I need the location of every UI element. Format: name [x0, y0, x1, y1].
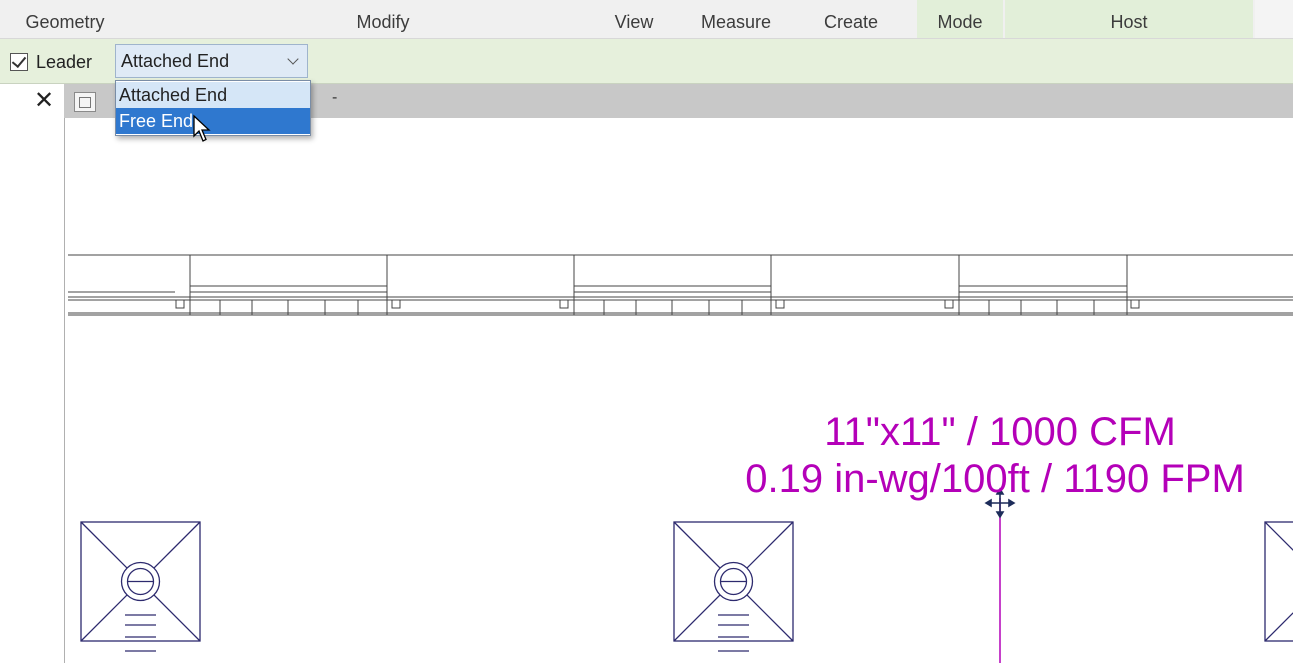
air-terminals: [80, 521, 1293, 652]
air-terminal: [673, 521, 794, 652]
drawing-canvas[interactable]: [65, 118, 1293, 663]
close-icon[interactable]: ✕: [34, 88, 54, 114]
ribbon-panel-mode[interactable]: Mode: [917, 0, 1003, 38]
ribbon-panel-modify[interactable]: Modify: [320, 0, 446, 38]
project-browser-edge: [0, 118, 65, 663]
ribbon-right-cap: [1255, 0, 1293, 38]
ribbon-panel-geometry[interactable]: Geometry: [0, 0, 130, 38]
leader-label: Leader: [36, 52, 93, 72]
air-terminal-partial: [1264, 521, 1293, 642]
leader-checkbox[interactable]: [10, 53, 28, 71]
options-bar: Leader Attached End: [0, 39, 1293, 84]
leader-end-select[interactable]: Attached End: [115, 44, 308, 78]
leader-end-value: Attached End: [121, 51, 230, 71]
duct-tag-line2[interactable]: 0.19 in-wg/100ft / 1190 FPM: [700, 457, 1290, 502]
ribbon-panel-measure[interactable]: Measure: [686, 0, 786, 38]
air-terminal: [80, 521, 201, 652]
duct-tag-line1[interactable]: 11"x11" / 1000 CFM: [700, 410, 1293, 455]
chevron-down-icon: [287, 53, 299, 65]
dropdown-option-attached-end[interactable]: Attached End: [116, 82, 310, 108]
ribbon-panel-host[interactable]: Host: [1005, 0, 1253, 38]
mouse-cursor-icon: [193, 114, 211, 142]
ribbon-panel-view[interactable]: View: [598, 0, 670, 38]
ribbon-panel-create[interactable]: Create: [800, 0, 902, 38]
view-icon[interactable]: [74, 92, 96, 112]
view-tab-separator: -: [332, 89, 338, 106]
drawing-linework: [68, 254, 1293, 663]
window-groups: [175, 254, 1140, 316]
ribbon-panel-bar: Geometry Modify View Measure Create Mode…: [0, 0, 1293, 39]
